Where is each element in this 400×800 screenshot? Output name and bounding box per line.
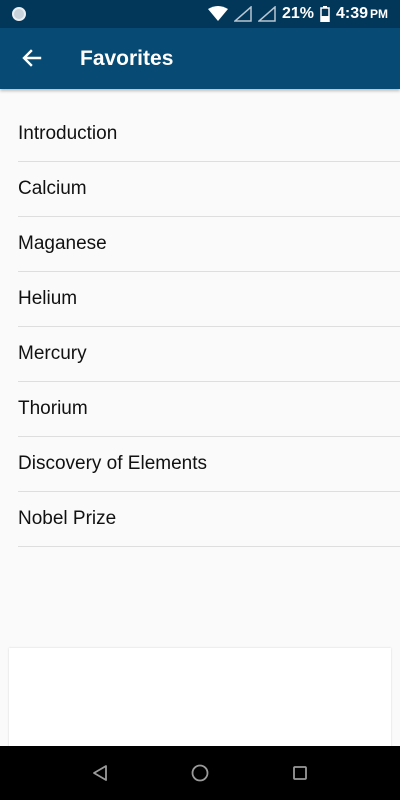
list-item-introduction[interactable]: Introduction [18,107,400,162]
signal-icon [233,6,252,22]
favorites-list: Introduction Calcium Maganese Helium Mer… [0,107,400,547]
signal-icon-2 [257,6,276,22]
list-item-helium[interactable]: Helium [18,272,400,327]
list-item-nobel-prize[interactable]: Nobel Prize [18,492,400,547]
list-item-discovery-of-elements[interactable]: Discovery of Elements [18,437,400,492]
nav-home-button[interactable] [188,761,212,785]
list-item-calcium[interactable]: Calcium [18,162,400,217]
battery-percent: 21% [281,5,314,22]
list-item-thorium[interactable]: Thorium [18,382,400,437]
wifi-icon [207,6,228,21]
back-button[interactable] [18,44,46,72]
clock: 4:39 [335,5,368,22]
ad-banner-area [9,648,391,748]
list-item-maganese[interactable]: Maganese [18,217,400,272]
page-title: Favorites [80,47,174,70]
status-bar: 21% 4:39 PM [0,0,400,28]
app-bar: Favorites [0,28,400,89]
clock-ampm: PM [370,7,388,21]
nav-recents-button[interactable] [288,761,312,785]
status-right-group: 21% 4:39 PM [207,0,388,28]
list-item-mercury[interactable]: Mercury [18,327,400,382]
square-recents-icon [293,766,307,780]
system-nav-bar [0,746,400,800]
nav-back-button[interactable] [88,761,112,785]
notification-icon [12,7,26,21]
triangle-back-icon [93,765,107,781]
arrow-left-icon [22,49,42,67]
battery-icon [320,6,330,22]
circle-home-icon [191,764,209,782]
